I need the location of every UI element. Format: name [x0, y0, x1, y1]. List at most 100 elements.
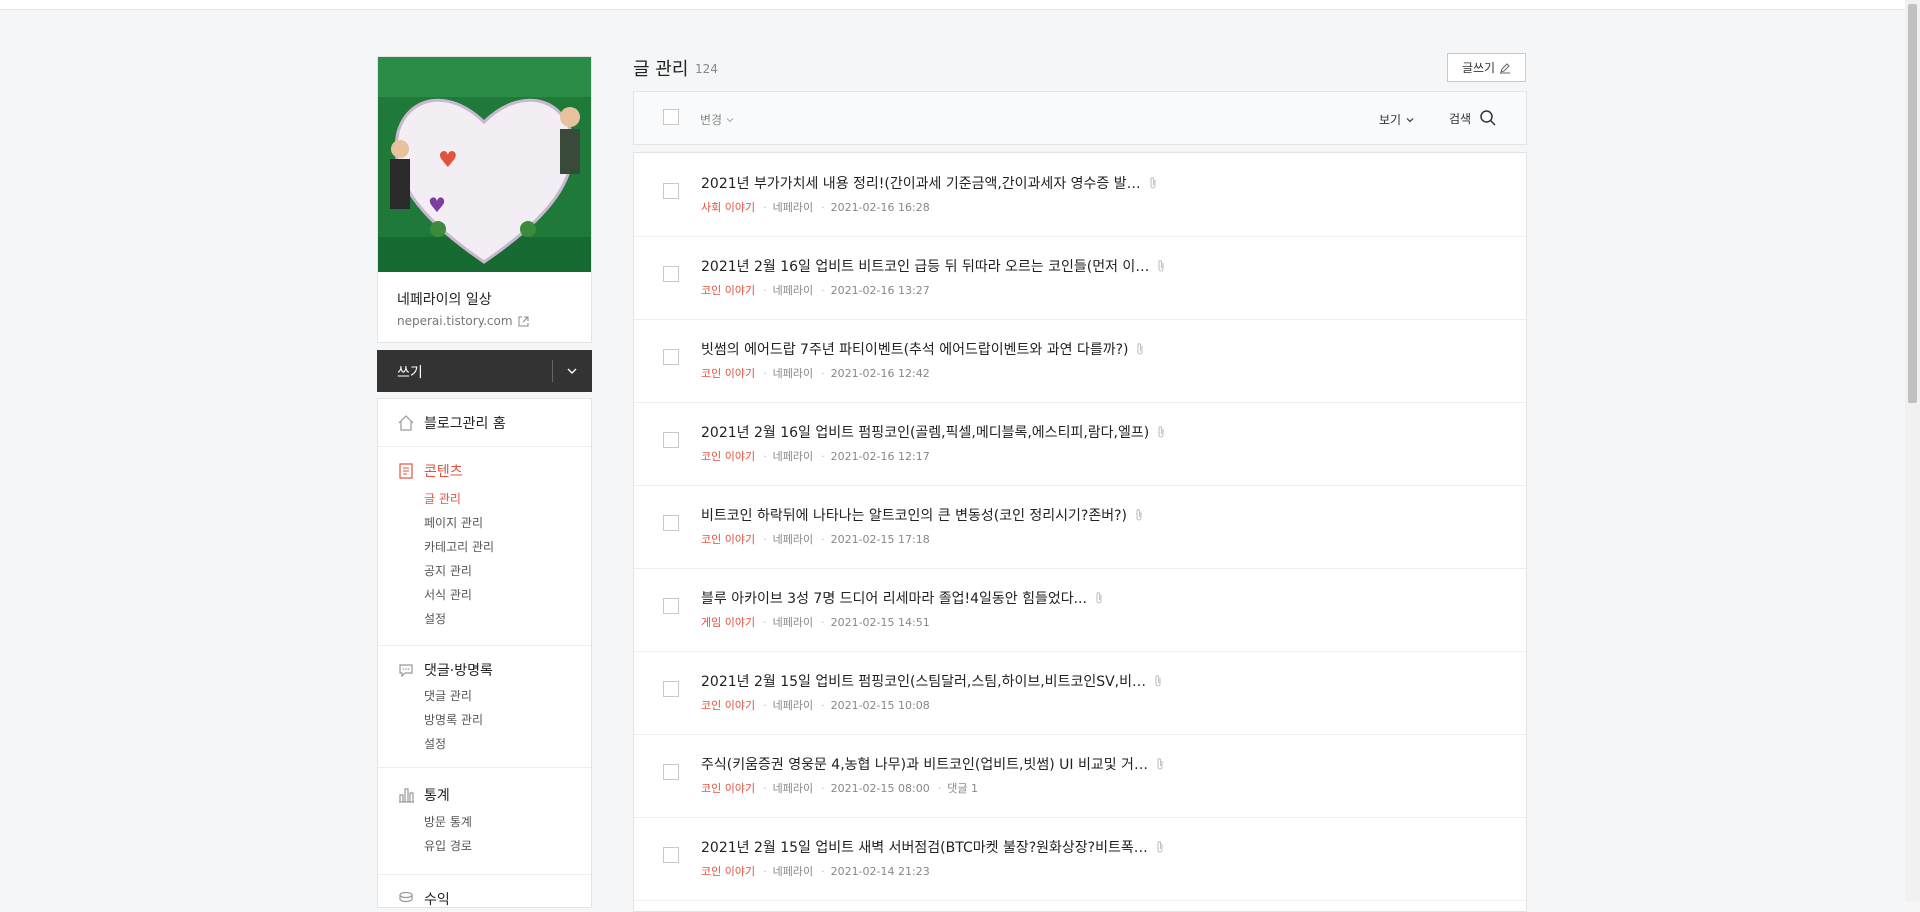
post-meta: 코인 이야기 · 네페라이 · 2021-02-16 12:42	[701, 365, 930, 381]
search-label: 검색	[1449, 111, 1472, 126]
post-date: 2021-02-16 12:42	[830, 366, 930, 380]
divider	[378, 446, 591, 447]
post-row: 주식(키움증권 영웅문 4,농협 나무)과 비트코인(업비트,빗썸) UI 비교…	[634, 734, 1526, 818]
post-row: 블루 아카이브 3성 7명 드디어 리세마라 졸업!4일동안 힘들었다... 게…	[634, 568, 1526, 652]
sidebar-item-content[interactable]: 콘텐츠	[397, 461, 463, 481]
sidebar-subitem-visit-stats[interactable]: 방문 통계	[424, 813, 472, 830]
post-date: 2021-02-15 14:51	[830, 615, 930, 629]
post-date: 2021-02-16 16:28	[830, 200, 930, 214]
post-category[interactable]: 코인 이야기	[701, 282, 755, 298]
post-checkbox[interactable]	[663, 432, 679, 448]
post-title: 2021년 2월 15일 업비트 펌핑코인(스팀달러,스팀,하이브,비트코인SV…	[701, 674, 1146, 690]
post-title-link[interactable]: 2021년 2월 15일 업비트 펌핑코인(스팀달러,스팀,하이브,비트코인SV…	[701, 671, 1164, 691]
svg-text:♥: ♥	[438, 148, 458, 173]
home-icon	[398, 415, 414, 431]
sidebar-subitem-comment-manage[interactable]: 댓글 관리	[424, 687, 472, 704]
post-row: 2021년 부가가치세 내용 정리!(간이과세 기준금액,간이과세자 영수증 발…	[634, 153, 1526, 237]
sidebar-item-comments[interactable]: 댓글·방명록	[397, 660, 493, 680]
sidebar-subitem-pages[interactable]: 페이지 관리	[424, 514, 483, 531]
blog-title[interactable]: 네페라이의 일상	[397, 289, 492, 309]
attachment-icon	[1157, 758, 1163, 770]
post-checkbox[interactable]	[663, 349, 679, 365]
sidebar-item-stats[interactable]: 통계	[397, 785, 450, 805]
sidebar-subitem-templates[interactable]: 서식 관리	[424, 586, 472, 603]
attachment-icon	[1157, 841, 1163, 853]
post-category[interactable]: 사회 이야기	[701, 199, 755, 215]
scrollbar-thumb[interactable]	[1908, 4, 1917, 403]
sidebar-subitem-content-settings[interactable]: 설정	[424, 610, 446, 627]
post-meta: 코인 이야기 · 네페라이 · 2021-02-16 13:27	[701, 282, 930, 298]
chevron-down-icon[interactable]	[564, 363, 580, 379]
page-title: 글 관리	[633, 59, 689, 80]
post-row: 2021년 2월 16일 업비트 비트코인 급등 뒤 뒤따라 오르는 코인들(먼…	[634, 236, 1526, 320]
post-title-link[interactable]: 비트코인 하락뒤에 나타나는 알트코인의 큰 변동성(코인 정리시기?존버?)	[701, 505, 1145, 525]
attachment-icon	[1158, 260, 1164, 272]
post-title-link[interactable]: 2021년 2월 16일 업비트 비트코인 급등 뒤 뒤따라 오르는 코인들(먼…	[701, 256, 1167, 276]
post-category[interactable]: 코인 이야기	[701, 780, 755, 796]
post-title: 2021년 2월 15일 업비트 새벽 서버점검(BTC마켓 불장?원화상장?비…	[701, 840, 1148, 856]
change-label: 변경	[700, 113, 723, 127]
post-category[interactable]: 코인 이야기	[701, 365, 755, 381]
view-label: 보기	[1379, 113, 1402, 127]
chevron-down-icon	[726, 117, 734, 122]
search-button[interactable]: 검색	[1449, 109, 1497, 127]
select-all-checkbox[interactable]	[663, 109, 679, 125]
divider	[378, 767, 591, 768]
blog-profile-card: ♥ ♥ 네페라이의 일상 neperai.tistory.com	[377, 56, 592, 343]
post-checkbox[interactable]	[663, 681, 679, 697]
sidebar-item-label: 수익	[424, 892, 450, 908]
blog-profile-image[interactable]: ♥ ♥	[378, 57, 591, 272]
post-category[interactable]: 코인 이야기	[701, 531, 755, 547]
post-title-link[interactable]: 2021년 2월 15일 업비트 새벽 서버점검(BTC마켓 불장?원화상장?비…	[701, 837, 1166, 857]
sidebar-subitem-notices[interactable]: 공지 관리	[424, 562, 472, 579]
post-checkbox[interactable]	[663, 847, 679, 863]
post-checkbox[interactable]	[663, 764, 679, 780]
post-title-link[interactable]: 2021년 2월 16일 업비트 펌핑코인(골렘,픽셀,메디블록,에스티피,람다…	[701, 422, 1167, 442]
post-title-link[interactable]: 2021년 부가가치세 내용 정리!(간이과세 기준금액,간이과세자 영수증 발…	[701, 173, 1159, 193]
chevron-down-icon	[1406, 117, 1414, 122]
write-button[interactable]: 쓰기	[397, 362, 423, 382]
top-bar	[0, 0, 1905, 10]
post-title-link[interactable]: 빗썸의 에어드랍 7주년 파티이벤트(추석 에어드랍이벤트와 과연 다를까?)	[701, 339, 1146, 359]
post-category[interactable]: 게임 이야기	[701, 614, 755, 630]
search-icon	[1480, 110, 1496, 126]
post-title: 주식(키움증권 영웅문 4,농협 나무)과 비트코인(업비트,빗썸) UI 비교…	[701, 757, 1148, 773]
sidebar-item-home[interactable]: 블로그관리 홈	[397, 413, 506, 433]
write-bar-divider	[552, 360, 553, 382]
post-author: 네페라이	[772, 533, 814, 546]
view-dropdown[interactable]: 보기	[1379, 111, 1415, 128]
post-title-link[interactable]: 주식(키움증권 영웅문 4,농협 나무)과 비트코인(업비트,빗썸) UI 비교…	[701, 754, 1166, 774]
post-checkbox[interactable]	[663, 598, 679, 614]
post-meta: 코인 이야기 · 네페라이 · 2021-02-16 12:17	[701, 448, 930, 464]
post-title-link[interactable]: 블루 아카이브 3성 7명 드디어 리세마라 졸업!4일동안 힘들었다...	[701, 588, 1105, 608]
pencil-icon	[1500, 62, 1511, 73]
post-author: 네페라이	[772, 201, 814, 214]
post-row: 빗썸의 에어드랍 7주년 파티이벤트(추석 에어드랍이벤트와 과연 다를까?) …	[634, 319, 1526, 403]
post-meta: 코인 이야기 · 네페라이 · 2021-02-15 10:08	[701, 697, 930, 713]
post-checkbox[interactable]	[663, 266, 679, 282]
sidebar-subitem-guestbook[interactable]: 방명록 관리	[424, 711, 483, 728]
write-bar: 쓰기	[377, 350, 592, 392]
attachment-icon	[1155, 675, 1161, 687]
sidebar-subitem-referrers[interactable]: 유입 경로	[424, 837, 472, 854]
post-checkbox[interactable]	[663, 183, 679, 199]
post-row: 2021년 2월 15일 업비트 펌핑코인(스팀달러,스팀,하이브,비트코인SV…	[634, 651, 1526, 735]
post-author: 네페라이	[772, 616, 814, 629]
change-dropdown[interactable]: 변경	[700, 111, 735, 128]
page-scrollbar[interactable]	[1905, 0, 1920, 901]
post-list: 2021년 부가가치세 내용 정리!(간이과세 기준금액,간이과세자 영수증 발…	[633, 152, 1527, 912]
blog-url-link[interactable]: neperai.tistory.com	[397, 314, 529, 328]
sidebar-subitem-categories[interactable]: 카테고리 관리	[424, 538, 494, 555]
write-post-button[interactable]: 글쓰기	[1447, 53, 1526, 82]
sidebar-subitem-comment-settings[interactable]: 설정	[424, 735, 446, 752]
post-checkbox[interactable]	[663, 515, 679, 531]
document-icon	[399, 463, 413, 479]
sidebar-menu: 블로그관리 홈 콘텐츠 글 관리 페이지 관리 카테고리 관리 공지 관리 서식…	[377, 398, 592, 908]
post-category[interactable]: 코인 이야기	[701, 448, 755, 464]
post-category[interactable]: 코인 이야기	[701, 697, 755, 713]
post-comment-count[interactable]: 댓글 1	[947, 780, 978, 796]
sidebar-item-revenue[interactable]: 수익	[397, 889, 450, 909]
post-category[interactable]: 코인 이야기	[701, 863, 755, 879]
sidebar-subitem-posts[interactable]: 글 관리	[424, 490, 461, 507]
post-author: 네페라이	[772, 367, 814, 380]
